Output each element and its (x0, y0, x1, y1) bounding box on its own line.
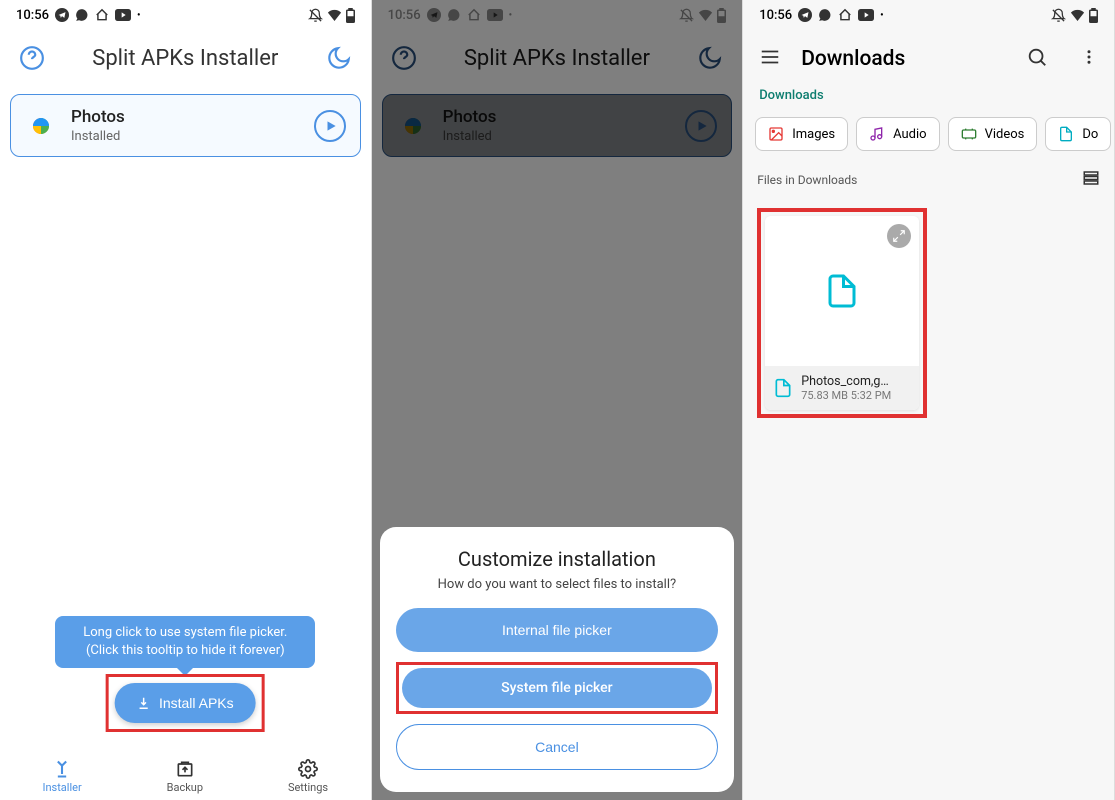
customize-installation-sheet: Customize installation How do you want t… (380, 527, 735, 792)
page-title: Downloads (801, 47, 1006, 71)
breadcrumb[interactable]: Downloads (743, 84, 1114, 113)
app-status: Installed (71, 129, 300, 144)
nav-backup[interactable]: Backup (167, 759, 203, 794)
battery-icon (346, 8, 355, 23)
files-section-header: Files in Downloads (743, 163, 1114, 198)
menu-button[interactable] (759, 46, 781, 72)
telegram-icon (798, 8, 812, 22)
youtube-icon (858, 9, 874, 21)
nav-settings[interactable]: Settings (288, 759, 328, 794)
file-tile[interactable]: Photos_com,g… 75.83 MB 5:32 PM (765, 216, 919, 410)
chip-documents[interactable]: Do (1045, 117, 1111, 151)
status-bar: 10:56 • (743, 0, 1114, 30)
install-apks-button[interactable]: Install APKs (115, 683, 256, 723)
home-icon (95, 8, 109, 22)
status-time: 10:56 (759, 8, 792, 23)
chip-videos[interactable]: Videos (948, 117, 1038, 151)
bottom-nav: Installer Backup Settings (0, 753, 371, 794)
chip-audio[interactable]: Audio (856, 117, 939, 151)
sheet-title: Customize installation (396, 547, 719, 571)
system-file-picker-button[interactable]: System file picker (402, 668, 713, 708)
document-icon (824, 273, 860, 309)
dnd-icon (308, 8, 323, 23)
screen-installer: 10:56 • Split APKs Installer Photos Inst… (0, 0, 372, 800)
files-in-label: Files in Downloads (757, 173, 857, 187)
nav-installer[interactable]: Installer (42, 759, 81, 794)
search-button[interactable] (1026, 46, 1048, 72)
file-name: Photos_com,g… (801, 374, 911, 389)
file-highlight: Photos_com,g… 75.83 MB 5:32 PM (757, 208, 927, 418)
launch-app-button[interactable] (314, 110, 346, 142)
expand-icon[interactable] (887, 224, 911, 248)
cancel-button[interactable]: Cancel (396, 724, 719, 770)
help-button[interactable] (16, 42, 48, 74)
more-icon: • (880, 10, 884, 21)
more-options-button[interactable] (1080, 46, 1098, 72)
sheet-subtitle: How do you want to select files to insta… (396, 577, 719, 592)
file-subtitle: 75.83 MB 5:32 PM (801, 389, 911, 402)
internal-file-picker-button[interactable]: Internal file picker (396, 608, 719, 652)
home-icon (838, 8, 852, 22)
theme-toggle[interactable] (323, 42, 355, 74)
install-tooltip[interactable]: Long click to use system file picker. (C… (55, 616, 315, 668)
battery-icon (1089, 8, 1098, 23)
document-small-icon (773, 378, 793, 398)
dnd-icon (1051, 8, 1066, 23)
youtube-icon (115, 9, 131, 21)
telegram-icon (55, 8, 69, 22)
chat-icon (818, 8, 832, 22)
downloads-header: Downloads (743, 30, 1114, 84)
system-file-picker-highlight: System file picker (396, 662, 719, 714)
app-title: Split APKs Installer (48, 46, 323, 71)
install-highlight: Install APKs (106, 674, 265, 732)
app-header: Split APKs Installer (0, 30, 371, 94)
chat-icon (75, 8, 89, 22)
more-icon: • (137, 10, 141, 21)
chip-images[interactable]: Images (755, 117, 848, 151)
status-time: 10:56 (16, 8, 49, 23)
screen-downloads: 10:56 • Downloads Downloads Images Audio (743, 0, 1115, 800)
screen-dialog: 10:56 • Split APKs Installer Photos In (372, 0, 744, 800)
status-bar: 10:56 • (0, 0, 371, 30)
app-card-photos[interactable]: Photos Installed (10, 94, 361, 157)
app-name: Photos (71, 107, 300, 127)
view-toggle-button[interactable] (1082, 169, 1100, 190)
filter-chips: Images Audio Videos Do (743, 113, 1114, 163)
photos-logo-icon (25, 110, 57, 142)
wifi-icon (1070, 9, 1085, 21)
wifi-icon (327, 9, 342, 21)
